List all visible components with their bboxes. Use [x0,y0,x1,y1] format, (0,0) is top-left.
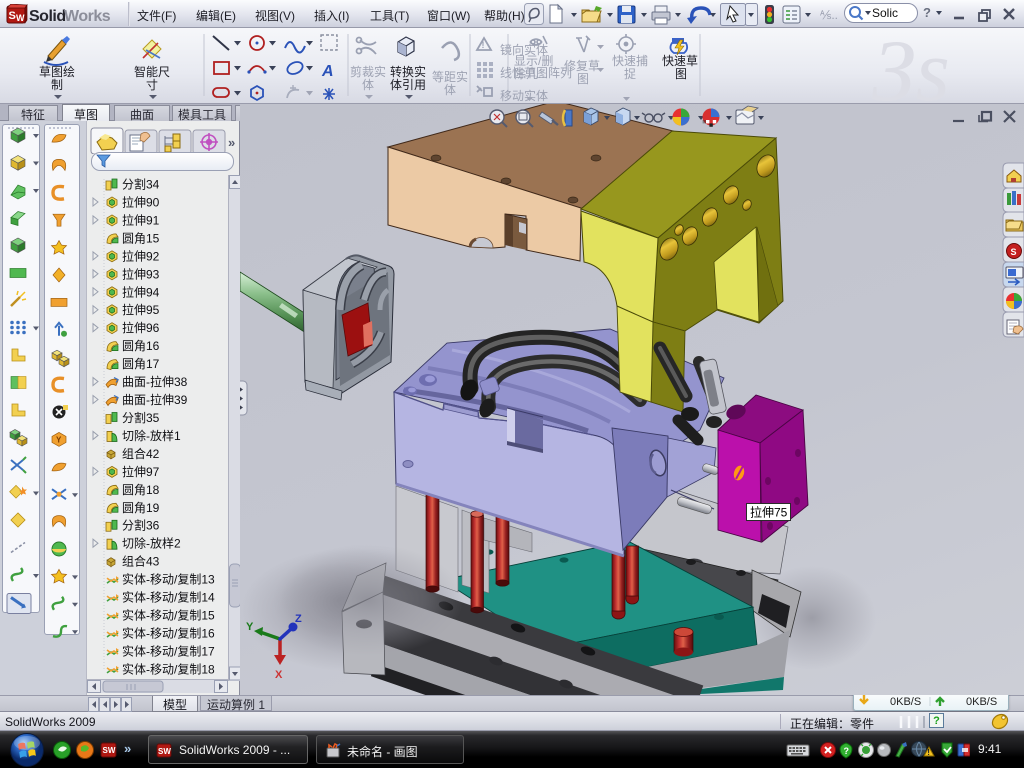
svg-text:S: S [9,10,16,22]
svg-text:组合42: 组合42 [122,446,160,461]
svg-text:X: X [275,669,283,681]
svg-text:SW: SW [158,747,171,756]
svg-text:拉伸91: 拉伸91 [122,212,160,227]
svg-text:S: S [1011,247,1017,257]
svg-text:分割34: 分割34 [122,177,160,192]
svg-text:圆角18: 圆角18 [122,483,160,497]
svg-text:拉伸94: 拉伸94 [122,284,160,299]
svg-text:Y: Y [246,621,254,633]
svg-text:圆角16: 圆角16 [122,339,160,353]
svg-text:实体-移动/复制16: 实体-移动/复制16 [122,626,215,641]
svg-text:圆角15: 圆角15 [122,231,160,245]
svg-text:曲面-拉伸38: 曲面-拉伸38 [122,374,188,389]
svg-text:W: W [16,13,25,23]
svg-text:切除-放样2: 切除-放样2 [122,536,181,551]
svg-text:Z: Z [295,613,302,625]
svg-text:0KB/S: 0KB/S [890,696,921,708]
svg-text:拉伸75: 拉伸75 [750,505,788,520]
svg-text:0KB/S: 0KB/S [966,696,997,708]
svg-text:!: ! [482,40,485,50]
svg-text:实体-移动/复制14: 实体-移动/复制14 [122,590,215,605]
svg-text:拉伸90: 拉伸90 [122,194,160,209]
svg-text:实体-移动/复制18: 实体-移动/复制18 [122,661,215,676]
svg-text:圆角19: 圆角19 [122,501,160,515]
svg-text:»: » [124,741,131,756]
svg-text:!: ! [927,748,930,757]
svg-text:SW: SW [103,746,116,755]
svg-text:分割35: 分割35 [122,410,160,425]
svg-text:?: ? [844,746,850,756]
svg-text:分割36: 分割36 [122,518,160,533]
svg-text:Works: Works [64,8,111,25]
svg-text:Зs: Зs [872,28,950,104]
svg-text:实体-移动/复制15: 实体-移动/复制15 [122,608,215,623]
svg-text:组合43: 组合43 [122,554,160,569]
svg-text:Y: Y [56,435,62,444]
svg-text:切除-放样1: 切除-放样1 [122,428,181,443]
svg-text:拉伸96: 拉伸96 [122,320,160,335]
svg-text:拉伸93: 拉伸93 [122,266,160,281]
svg-text:拉伸95: 拉伸95 [122,302,160,317]
svg-text:实体-移动/复制13: 实体-移动/复制13 [122,572,215,587]
svg-text:拉伸92: 拉伸92 [122,248,160,263]
svg-text:拉伸97: 拉伸97 [122,464,160,479]
svg-text:圆角17: 圆角17 [122,357,160,371]
svg-text:⅍..: ⅍.. [820,8,838,22]
svg-text:实体-移动/复制17: 实体-移动/复制17 [122,643,215,658]
svg-text:曲面-拉伸39: 曲面-拉伸39 [122,392,188,407]
svg-text:A: A [321,63,334,80]
svg-text:Solid: Solid [29,8,66,25]
